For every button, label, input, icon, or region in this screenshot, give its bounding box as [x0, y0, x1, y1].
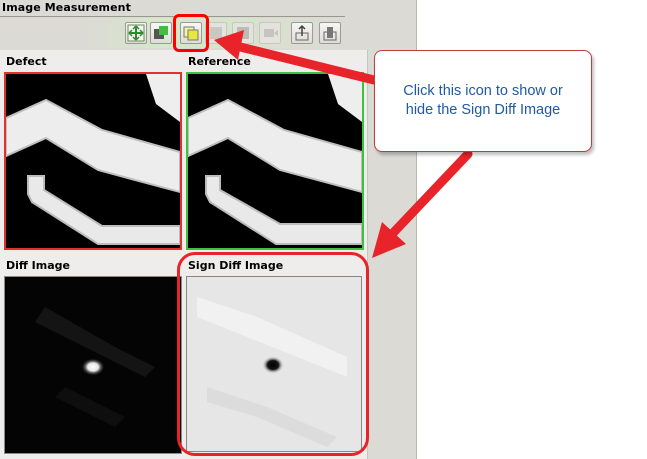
defect-label: Defect — [6, 55, 47, 68]
defect-image[interactable] — [4, 72, 182, 250]
reference-image-graphic — [188, 74, 362, 248]
disabled-tool-icon-2 — [237, 27, 249, 39]
diff-image[interactable] — [4, 276, 182, 454]
export-chart-button[interactable] — [319, 22, 341, 44]
export-up-icon — [295, 24, 309, 41]
panel-title: Image Measurement — [2, 1, 131, 14]
callout-text: Click this icon to show or hide the Sign… — [403, 83, 563, 118]
disabled-tool-icon-3 — [264, 29, 278, 37]
export-up-button[interactable] — [291, 22, 313, 44]
sign-diff-highlight — [177, 252, 369, 456]
overlay-icon — [154, 26, 168, 39]
disabled-tool-button-2[interactable] — [232, 22, 254, 44]
overlay-button[interactable] — [150, 22, 172, 44]
diff-image-label: Diff Image — [6, 259, 70, 272]
diff-image-graphic — [5, 277, 181, 453]
disabled-tool-button-3[interactable] — [259, 22, 281, 44]
callout-box: Click this icon to show or hide the Sign… — [374, 50, 592, 152]
export-chart-icon — [323, 27, 337, 41]
fit-view-button[interactable] — [125, 22, 147, 44]
fit-view-icon — [127, 24, 145, 42]
reference-label: Reference — [188, 55, 251, 68]
disabled-tool-icon-1 — [210, 27, 222, 39]
defect-image-graphic — [6, 74, 180, 248]
reference-image[interactable] — [186, 72, 364, 250]
toolbar-icon-highlight — [173, 14, 209, 52]
